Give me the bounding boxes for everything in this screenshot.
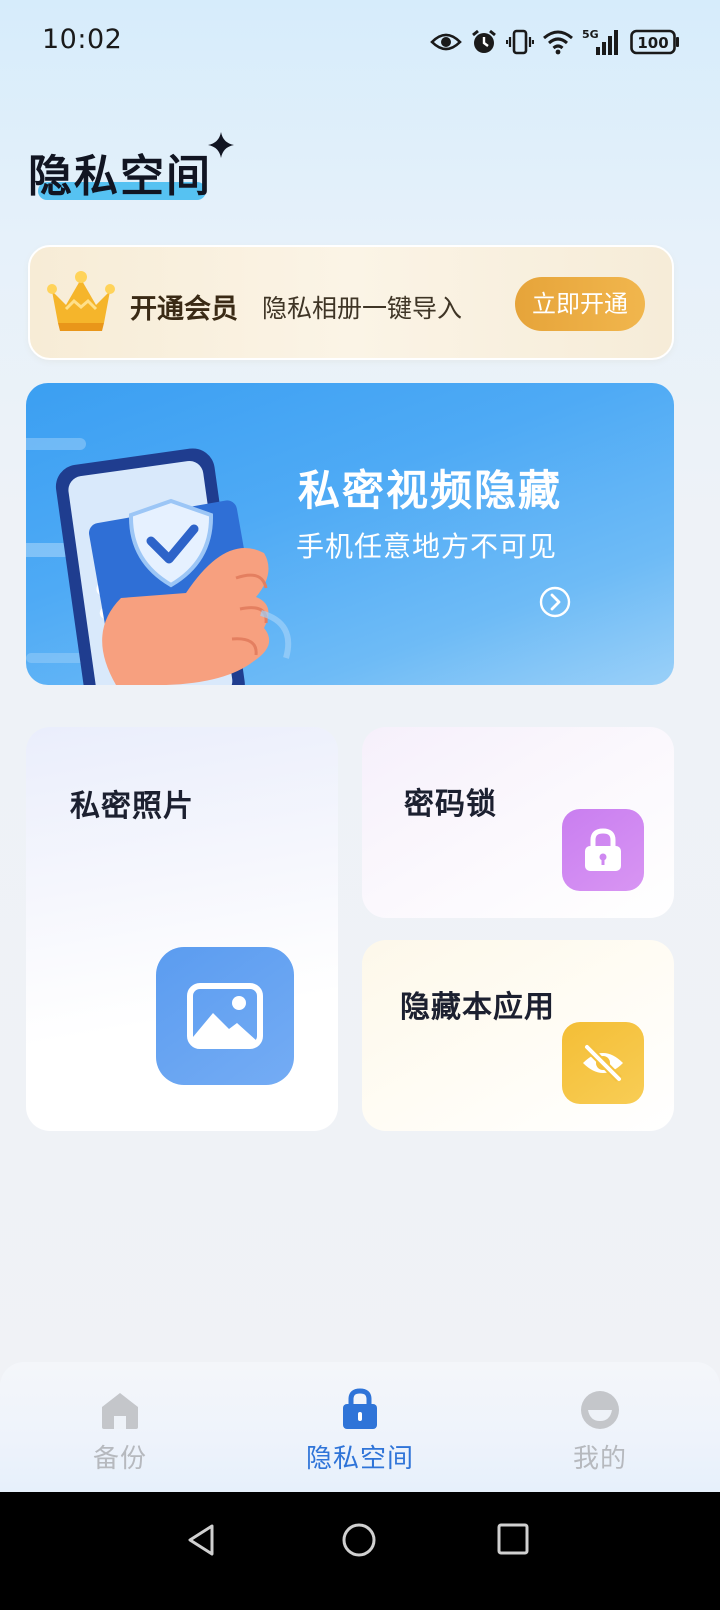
alarm-icon [470, 27, 498, 57]
phone-shield-illustration [26, 438, 292, 685]
password-lock-label: 密码锁 [404, 787, 497, 822]
status-bar: 10:02 5G 100 [0, 0, 720, 84]
private-photos-label: 私密照片 [70, 789, 194, 824]
tab-backup[interactable]: 备份 [40, 1382, 200, 1482]
crown-icon [47, 271, 115, 331]
signal-5g-icon: 5G [582, 27, 622, 57]
tab-mine-label: 我的 [572, 1444, 627, 1474]
profile-icon [520, 1382, 680, 1430]
status-time: 10:02 [42, 24, 123, 55]
tab-backup-label: 备份 [92, 1444, 147, 1474]
hide-app-tile[interactable]: 隐藏本应用 [362, 940, 674, 1131]
battery-level: 100 [637, 34, 668, 52]
eye-off-icon [562, 1022, 644, 1104]
vip-subtitle: 隐私相册一键导入 [262, 294, 463, 323]
vip-title: 开通会员 [130, 294, 238, 325]
system-nav-bar [0, 1492, 720, 1610]
tab-private-space[interactable]: 隐私空间 [280, 1382, 440, 1482]
wifi-icon [542, 27, 574, 57]
page-title: 隐私空间 [28, 151, 212, 202]
back-icon[interactable] [184, 1522, 220, 1558]
hide-app-label: 隐藏本应用 [400, 990, 555, 1025]
bottom-tab-bar: 备份 隐私空间 我的 [0, 1362, 720, 1492]
tab-private-space-label: 隐私空间 [305, 1444, 414, 1474]
vip-promo-card[interactable]: 开通会员 隐私相册一键导入 立即开通 [28, 245, 674, 360]
chevron-right-circle-icon[interactable] [538, 585, 572, 619]
video-hide-banner[interactable]: 私密视频隐藏 手机任意地方不可见 [26, 383, 674, 685]
recents-icon[interactable] [496, 1522, 530, 1556]
private-photos-tile[interactable]: 私密照片 [26, 727, 338, 1131]
padlock-icon [562, 809, 644, 891]
home-icon [40, 1382, 200, 1430]
network-label: 5G [582, 28, 599, 41]
eye-icon [430, 27, 462, 57]
home-button-icon[interactable] [341, 1522, 377, 1558]
sparkle-icon [208, 132, 234, 158]
banner-title: 私密视频隐藏 [298, 466, 563, 515]
vibrate-icon [506, 27, 534, 57]
battery-icon: 100 [630, 27, 680, 57]
tab-mine[interactable]: 我的 [520, 1382, 680, 1482]
password-lock-tile[interactable]: 密码锁 [362, 727, 674, 918]
lock-icon [280, 1382, 440, 1430]
banner-subtitle: 手机任意地方不可见 [296, 530, 558, 563]
page-title-block: 隐私空间 [28, 132, 234, 204]
status-icons: 5G 100 [430, 26, 680, 58]
photo-icon [156, 947, 294, 1085]
activate-vip-button[interactable]: 立即开通 [515, 277, 645, 331]
